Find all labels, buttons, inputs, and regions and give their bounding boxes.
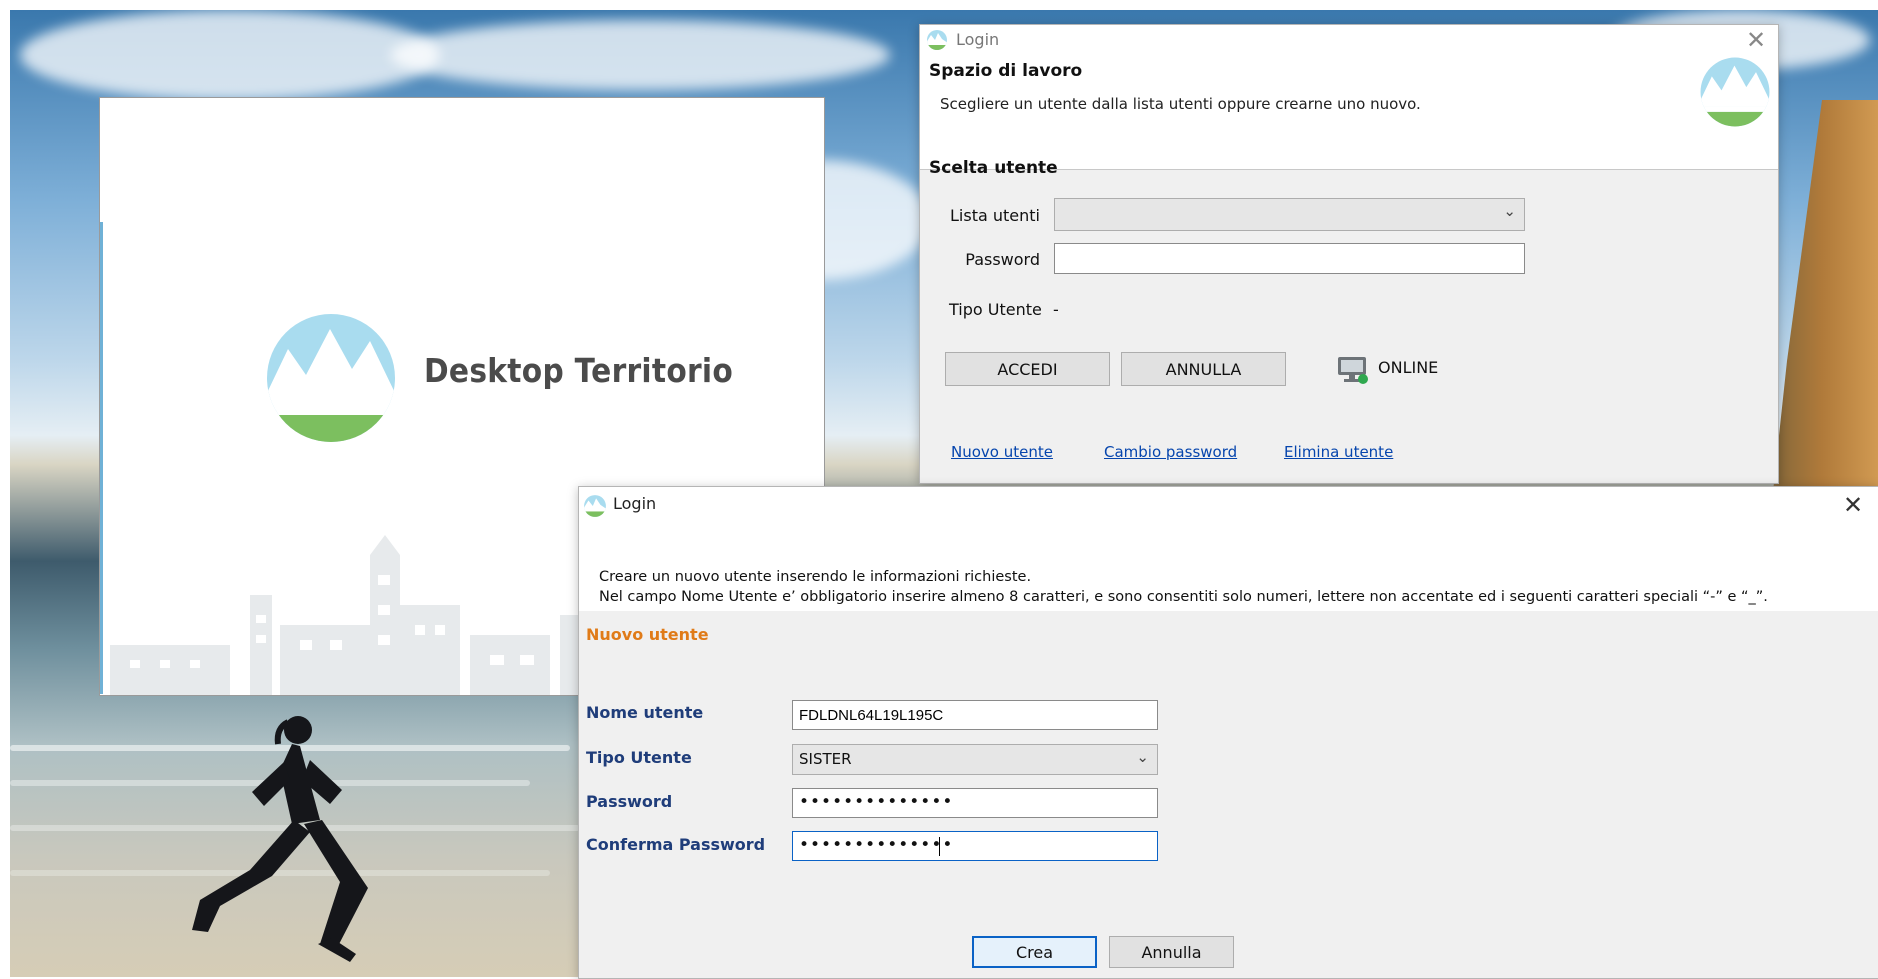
app-logo-icon — [927, 30, 947, 50]
password-mask: •••••••••••••• — [799, 792, 954, 812]
new-user-dialog: Login ✕ Creare un nuovo utente inserendo… — [578, 486, 1878, 979]
section-title: Nuovo utente — [586, 625, 709, 644]
close-icon[interactable]: ✕ — [1843, 491, 1863, 519]
tipo-utente-value: SISTER — [799, 750, 852, 768]
lista-utenti-label: Lista utenti — [950, 206, 1040, 225]
tipo-utente-value: - — [1053, 300, 1059, 319]
password-label: Password — [586, 792, 673, 811]
header-logo-icon — [1700, 57, 1770, 127]
cloud — [390, 20, 890, 90]
splash-title: Desktop Territorio — [424, 351, 734, 390]
online-monitor-icon — [1338, 357, 1368, 384]
chevron-down-icon: ⌄ — [1136, 748, 1149, 766]
app-logo-icon — [584, 495, 606, 517]
conferma-password-mask: •••••••••••••• — [799, 835, 954, 855]
annulla-button[interactable]: ANNULLA — [1121, 352, 1286, 386]
header-description: Scegliere un utente dalla lista utenti o… — [940, 95, 1421, 113]
conferma-password-label: Conferma Password — [586, 835, 766, 854]
annulla-button[interactable]: Annulla — [1109, 936, 1234, 968]
info-line-2: Nel campo Nome Utente e’ obbligatorio in… — [599, 589, 1768, 605]
accedi-button[interactable]: ACCEDI — [945, 352, 1110, 386]
text-cursor — [939, 837, 940, 856]
online-status-label: ONLINE — [1378, 358, 1439, 377]
nuovo-utente-link[interactable]: Nuovo utente — [951, 443, 1053, 461]
crea-button[interactable]: Crea — [972, 936, 1097, 968]
elimina-utente-link[interactable]: Elimina utente — [1284, 443, 1393, 461]
cloud — [20, 10, 440, 100]
password-input[interactable] — [1054, 243, 1525, 274]
password-label: Password — [965, 250, 1040, 269]
chevron-down-icon: ⌄ — [1503, 202, 1516, 220]
lista-utenti-dropdown[interactable]: ⌄ — [1054, 198, 1525, 231]
section-title: Scelta utente — [929, 158, 1058, 178]
runner-silhouette — [192, 716, 368, 962]
nome-utente-input[interactable] — [792, 700, 1158, 730]
cambio-password-link[interactable]: Cambio password — [1104, 443, 1237, 461]
conferma-password-input[interactable]: •••••••••••••• — [792, 831, 1158, 861]
window-title: Login — [956, 30, 1000, 49]
tipo-utente-dropdown[interactable]: SISTER ⌄ — [792, 744, 1158, 775]
new-user-titlebar: Login ✕ — [579, 487, 1878, 529]
tipo-utente-label: Tipo Utente — [586, 748, 692, 767]
window-title: Login — [613, 494, 657, 513]
nome-utente-label: Nome utente — [586, 703, 704, 722]
close-icon[interactable]: ✕ — [1746, 26, 1766, 54]
header-title: Spazio di lavoro — [929, 61, 1083, 81]
login-titlebar: Login ✕ — [920, 25, 1778, 57]
tipo-utente-label: Tipo Utente — [949, 300, 1042, 319]
info-line-1: Creare un nuovo utente inserendo le info… — [599, 569, 1032, 585]
login-dialog: Login ✕ Spazio di lavoro Scegliere un ut… — [919, 24, 1779, 484]
desktop-territorio-logo-icon — [267, 314, 395, 442]
password-input[interactable]: •••••••••••••• — [792, 788, 1158, 818]
